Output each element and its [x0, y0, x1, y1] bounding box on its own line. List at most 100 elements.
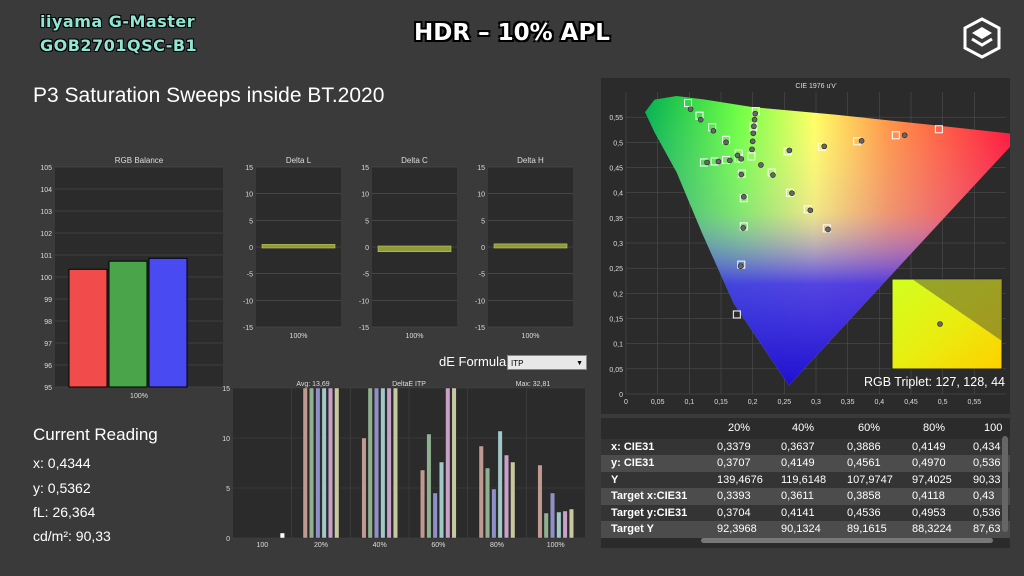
- table-cell: 0,3886: [847, 440, 881, 453]
- delta-e-bar: [392, 387, 398, 539]
- y-tick-label: -15: [475, 325, 485, 332]
- y-tick-label: 0,2: [613, 291, 623, 298]
- y-tick-label: -5: [247, 272, 253, 279]
- measured-point: [723, 139, 729, 146]
- y-tick-label: -5: [479, 272, 485, 279]
- y-tick-label: -10: [475, 298, 485, 305]
- x-tick-label: 0,45: [904, 399, 918, 406]
- y-tick-label: 98: [44, 319, 52, 326]
- measured-point: [727, 157, 733, 164]
- delta-e-bar: [568, 508, 574, 539]
- y-tick-label: 101: [40, 253, 52, 260]
- y-tick-label: 0,55: [609, 115, 623, 122]
- table-cell: 107,9747: [847, 473, 893, 486]
- measured-point: [738, 156, 745, 162]
- delta-e-bar: [279, 532, 285, 539]
- table-cell: 0,3379: [717, 440, 751, 453]
- x-tick-label: 0,05: [651, 399, 665, 406]
- column-header: 20%: [728, 422, 751, 434]
- y-tick-label: 15: [477, 165, 485, 172]
- delta-e-bar: [334, 387, 340, 539]
- delta-e-itp-chart: DeltaE ITP Avg: 13,69 Max: 32,81 0 5 10 15 100 2…: [222, 381, 585, 549]
- chevron-down-icon: ▼: [576, 360, 583, 367]
- measured-point: [704, 159, 710, 166]
- bar-b: [148, 257, 188, 388]
- delta-e-bar: [315, 387, 321, 539]
- delta-h-chart: Delta H -15 -10 -5 0 5 10 15 100%: [475, 156, 573, 340]
- measured-point: [749, 146, 755, 153]
- delta-e-bar: [380, 387, 386, 539]
- delta-e-bar: [451, 387, 457, 539]
- y-tick-label: -5: [363, 272, 369, 279]
- y-tick-label: 0,35: [609, 216, 623, 223]
- table-cell: 0,536: [973, 506, 1001, 519]
- x-tick-label: 0,15: [714, 399, 728, 406]
- x-tick-label: 40%: [373, 542, 387, 549]
- x-tick-label: 80%: [490, 542, 504, 549]
- table-cell: 0,4149: [781, 457, 815, 469]
- delta-e-bar: [504, 454, 509, 539]
- delta-e-bar: [374, 387, 379, 539]
- measured-point: [687, 106, 694, 112]
- measured-point: [786, 147, 793, 154]
- column-header: 60%: [858, 422, 881, 434]
- x-tick-label: 100: [256, 542, 268, 549]
- table-cell: 0,3393: [717, 490, 751, 502]
- x-tick-label: 0,5: [938, 399, 948, 406]
- table-cell: 0,4141: [781, 506, 815, 519]
- delta-e-bar: [562, 510, 568, 539]
- x-tick-label: 0,3: [811, 399, 821, 406]
- delta-c-chart: Delta C -15 -10 -5 0 5 10 15 100%: [359, 156, 457, 340]
- x-tick-label: 0,2: [748, 399, 758, 406]
- y-tick-label: 0: [249, 245, 253, 252]
- measured-point: [749, 138, 756, 145]
- y-tick-label: 103: [40, 209, 52, 216]
- table-cell: 0,4149: [912, 440, 946, 453]
- x-tick-label: 100%: [522, 333, 540, 340]
- x-tick-label: 100%: [130, 393, 148, 400]
- y-tick-label: 0,4: [613, 191, 623, 198]
- measured-point: [737, 263, 744, 269]
- y-tick-label: 5: [481, 218, 485, 225]
- delta-e-bar: [543, 512, 549, 539]
- delta-e-bar: [485, 467, 490, 539]
- y-tick-label: 5: [249, 218, 253, 225]
- delta-e-bar: [550, 492, 555, 539]
- y-tick-label: 0,45: [609, 166, 623, 173]
- de-formula-label: dE Formula:: [439, 354, 510, 369]
- y-tick-label: 100: [40, 275, 52, 282]
- measured-point: [752, 110, 758, 117]
- vertical-scrollbar[interactable]: [1002, 436, 1008, 532]
- de-formula-select[interactable]: ITP ▼: [507, 355, 587, 370]
- y-tick-label: 0,5: [613, 140, 623, 147]
- x-tick-label: 100%: [406, 333, 424, 340]
- chart-title: Delta C: [401, 156, 428, 165]
- table-cell: 0,4536: [847, 506, 881, 519]
- reading-y: y: 0,5362: [33, 480, 91, 496]
- x-tick-label: 0,4: [874, 399, 884, 406]
- y-tick-label: 10: [222, 436, 230, 443]
- table-cell: 0,4970: [912, 457, 946, 469]
- measured-point: [751, 116, 758, 123]
- table-cell: 119,6148: [781, 473, 827, 486]
- cie-1976-chart: CIE 1976 u'v' 0 0,05 0,1 0,15 0,2 0,25 0,3 0,35 0…: [601, 78, 1010, 414]
- table-cell: 0,3858: [847, 490, 881, 502]
- delta-e-bar: [491, 488, 497, 539]
- measured-point: [697, 116, 704, 123]
- measured-point: [770, 172, 776, 178]
- chart-title: CIE 1976 u'v': [795, 83, 836, 90]
- y-tick-label: -15: [359, 325, 369, 332]
- measured-point: [858, 138, 865, 144]
- delta-e-bar: [386, 387, 392, 539]
- delta-e-bar: [439, 461, 444, 539]
- y-tick-label: 97: [44, 341, 52, 348]
- y-tick-label: 15: [245, 165, 253, 172]
- delta-e-bar: [497, 430, 503, 539]
- delta-e-bar: [361, 437, 367, 539]
- x-tick-label: 0,35: [841, 399, 855, 406]
- horizontal-scrollbar[interactable]: [701, 538, 993, 543]
- sweep-title: P3 Saturation Sweeps inside BT.2020: [33, 84, 385, 107]
- column-header: 80%: [923, 422, 946, 434]
- y-tick-label: 104: [40, 187, 52, 194]
- max-label: Max: 32,81: [516, 381, 551, 388]
